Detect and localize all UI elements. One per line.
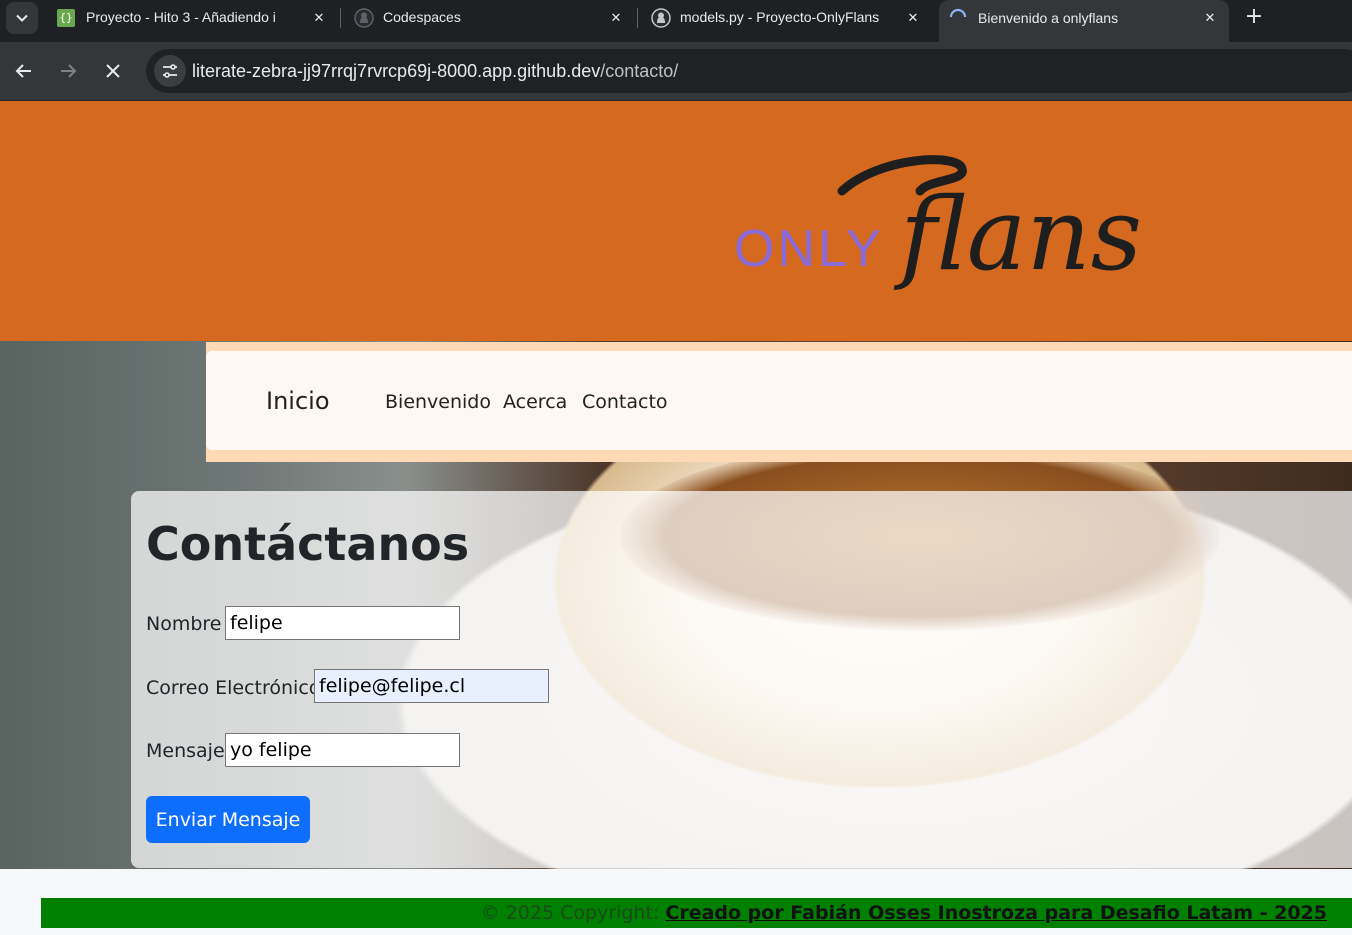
site-header: ONLY flans — [0, 101, 1352, 341]
tab-title: Proyecto - Hito 3 - Añadiendo i — [86, 9, 276, 25]
nav-link-acerca[interactable]: Acerca — [503, 391, 567, 413]
footer-credit-link[interactable]: Creado por Fabián Osses Inostroza para D… — [665, 902, 1327, 924]
page-content: ONLY flans Inicio Bienvenido Acerca Cont… — [0, 101, 1352, 935]
tab-title: Bienvenido a onlyflans — [978, 10, 1119, 26]
message-label: Mensaje — [146, 740, 225, 762]
tab-separator — [637, 8, 638, 28]
stop-loading-button[interactable] — [97, 55, 129, 87]
browser-toolbar: literate-zebra-jj97rrqj7rvrcp69j-8000.ap… — [0, 42, 1352, 101]
arrow-right-icon — [61, 64, 77, 78]
copyright-text: © 2025 Copyright: — [480, 902, 666, 924]
message-field[interactable] — [225, 733, 460, 767]
tab-strip: {} Proyecto - Hito 3 - Añadiendo i ✕ Cod… — [0, 0, 1352, 42]
name-label: Nombre — [146, 613, 222, 635]
nav-link-bienvenido[interactable]: Bienvenido — [385, 391, 491, 413]
tab-proyecto-hito[interactable]: {} Proyecto - Hito 3 - Añadiendo i ✕ — [48, 0, 338, 36]
close-icon[interactable]: ✕ — [310, 9, 328, 27]
url-text[interactable]: literate-zebra-jj97rrqj7rvrcp69j-8000.ap… — [192, 61, 678, 82]
chevron-down-icon — [16, 14, 28, 22]
email-label: Correo Electrónico — [146, 677, 321, 699]
new-tab-button[interactable]: + — [1242, 6, 1266, 30]
tab-search-button[interactable] — [6, 2, 38, 34]
loading-spinner-icon — [949, 8, 967, 18]
address-bar[interactable]: literate-zebra-jj97rrqj7rvrcp69j-8000.ap… — [146, 49, 1352, 93]
nav-brand-inicio[interactable]: Inicio — [266, 387, 330, 415]
close-icon[interactable]: ✕ — [607, 9, 625, 27]
main-navbar: Inicio Bienvenido Acerca Contacto — [206, 351, 1352, 450]
forward-button[interactable] — [52, 55, 84, 87]
logo-only-text: ONLY — [734, 220, 884, 278]
page-title: Contáctanos — [146, 517, 470, 571]
name-field[interactable] — [225, 606, 460, 640]
back-button[interactable] — [8, 55, 40, 87]
tab-bienvenido-onlyflans[interactable]: Bienvenido a onlyflans ✕ — [939, 0, 1229, 42]
close-icon[interactable]: ✕ — [904, 9, 922, 27]
tab-title: models.py - Proyecto-OnlyFlans — [680, 9, 880, 25]
footer-copyright: © 2025 Copyright: Creado por Fabián Osse… — [481, 902, 1327, 924]
tab-title: Codespaces — [383, 9, 461, 25]
contact-form-card: Contáctanos Nombre Correo Electrónico Me… — [131, 491, 1352, 868]
onlyflans-logo: ONLY flans — [734, 155, 1142, 291]
arrow-left-icon — [15, 64, 31, 78]
github-icon — [354, 8, 374, 28]
send-message-button[interactable]: Enviar Mensaje — [146, 796, 310, 843]
close-icon — [106, 64, 120, 78]
tab-models-py[interactable]: models.py - Proyecto-OnlyFlans ✕ — [642, 0, 932, 36]
logo-flans-text: flans — [893, 176, 1142, 291]
url-host: literate-zebra-jj97rrqj7rvrcp69j-8000.ap… — [192, 61, 601, 81]
code-brackets-icon: {} — [57, 9, 75, 27]
close-icon[interactable]: ✕ — [1201, 9, 1219, 27]
tab-separator — [340, 8, 341, 28]
site-footer: © 2025 Copyright: Creado por Fabián Osse… — [41, 898, 1352, 928]
tune-icon — [163, 64, 177, 78]
nav-link-contacto[interactable]: Contacto — [582, 391, 668, 413]
tab-codespaces[interactable]: Codespaces ✕ — [345, 0, 635, 36]
site-info-button[interactable] — [154, 55, 186, 87]
email-field[interactable] — [314, 669, 549, 703]
github-icon — [651, 8, 671, 28]
url-path: /contacto/ — [600, 61, 679, 81]
